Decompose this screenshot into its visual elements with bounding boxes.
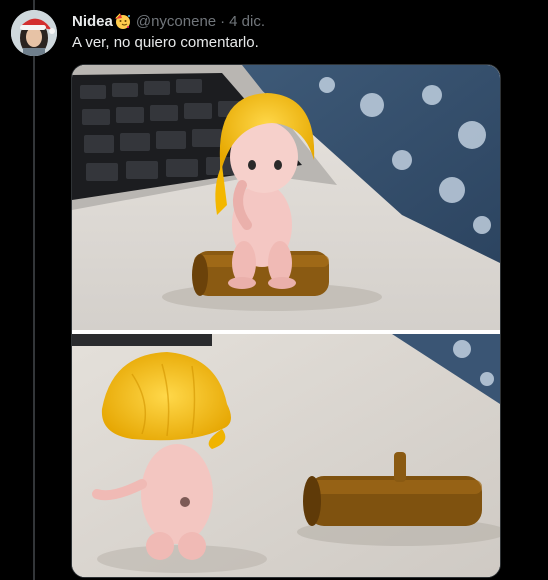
user-avatar[interactable] [11, 10, 57, 56]
tweet-text: A ver, no quiero comentarlo. [72, 34, 259, 51]
tweet-media[interactable] [71, 64, 501, 578]
party-face-emoji-icon [114, 13, 130, 29]
tweet-date[interactable]: 4 dic. [229, 13, 265, 30]
separator-dot: · [220, 12, 226, 30]
thread-connector-line [33, 0, 35, 580]
user-handle[interactable]: @nyconene [136, 13, 216, 30]
tweet-header: Nidea @nyconene · 4 dic. [72, 11, 265, 31]
display-name[interactable]: Nidea [72, 13, 113, 30]
blonde-doll-back-with-log-photo-icon[interactable] [72, 334, 500, 577]
blonde-doll-sitting-on-log-photo-icon[interactable] [72, 65, 500, 330]
santa-hat-avatar-icon [11, 10, 57, 56]
